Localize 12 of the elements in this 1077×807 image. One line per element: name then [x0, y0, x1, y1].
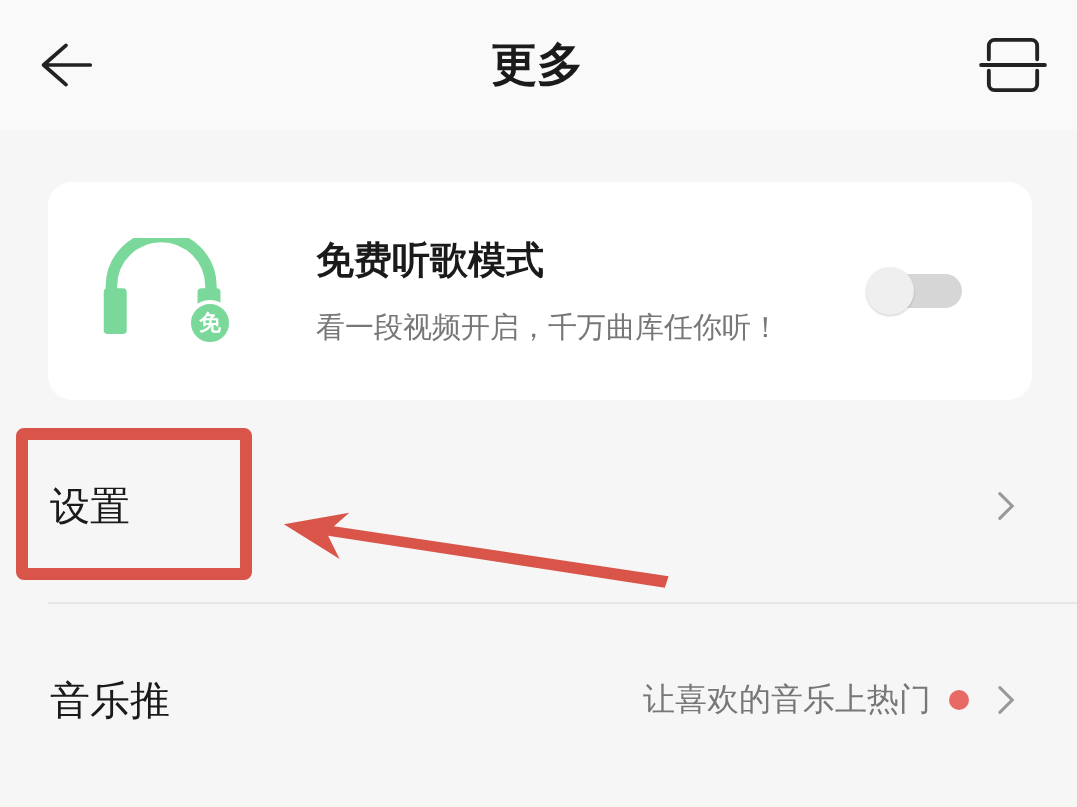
- chevron-icon: [997, 491, 1015, 521]
- page-title: 更多: [490, 36, 583, 93]
- promo-title: 免费听歌模式: [316, 236, 545, 284]
- settings-row[interactable]: 设置: [0, 410, 1077, 602]
- row-hint: 让喜欢的音乐上热门: [643, 679, 931, 720]
- chevron-icon: [997, 685, 1015, 715]
- row-label: 设置: [50, 481, 130, 531]
- settings-row[interactable]: 音乐推 让喜欢的音乐上热门: [0, 604, 1077, 796]
- promo-subtitle: 看一段视频开启，千万曲库任你听！: [316, 308, 781, 346]
- scan-icon[interactable]: [979, 36, 1047, 94]
- row-label: 音乐推: [50, 675, 170, 725]
- toggle-switch[interactable]: [866, 266, 962, 316]
